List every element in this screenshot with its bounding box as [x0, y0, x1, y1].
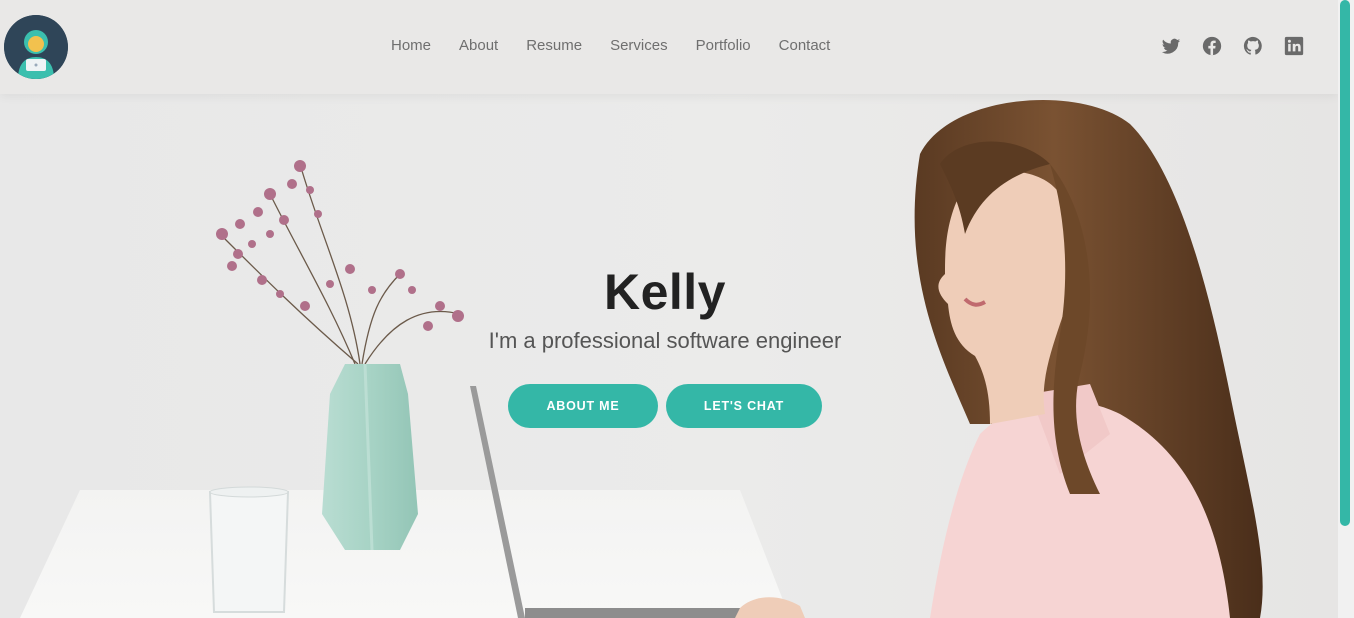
nav-services[interactable]: Services [610, 34, 668, 58]
page-scrollbar[interactable] [1338, 0, 1354, 618]
github-icon[interactable] [1243, 36, 1263, 56]
hero-intro: Kelly I'm a professional software engine… [430, 262, 900, 428]
hero-tagline: I'm a professional software engineer [488, 328, 842, 353]
about-me-button[interactable]: ABOUT ME [508, 384, 658, 428]
nav-about[interactable]: About [459, 34, 498, 58]
nav-home[interactable]: Home [391, 34, 431, 58]
main-nav: Home About Resume Services Portfolio Con… [377, 34, 844, 58]
hero-buttons: ABOUT ME LET'S CHAT [430, 384, 900, 428]
hero-background-photo [20, 100, 1263, 618]
scrollbar-thumb[interactable] [1340, 0, 1350, 526]
facebook-icon[interactable] [1202, 36, 1222, 56]
nav-contact[interactable]: Contact [779, 34, 831, 58]
nav-resume[interactable]: Resume [526, 34, 582, 58]
twitter-icon[interactable] [1161, 36, 1181, 56]
linkedin-icon[interactable] [1284, 36, 1304, 56]
hero-section: Kelly I'm a professional software engine… [0, 94, 1338, 618]
nav-portfolio[interactable]: Portfolio [696, 34, 751, 58]
site-header: Home About Resume Services Portfolio Con… [0, 0, 1338, 94]
hero-name: Kelly [603, 264, 726, 320]
avatar[interactable] [4, 15, 68, 79]
social-links [1140, 36, 1304, 56]
lets-chat-button[interactable]: LET'S CHAT [666, 384, 822, 428]
